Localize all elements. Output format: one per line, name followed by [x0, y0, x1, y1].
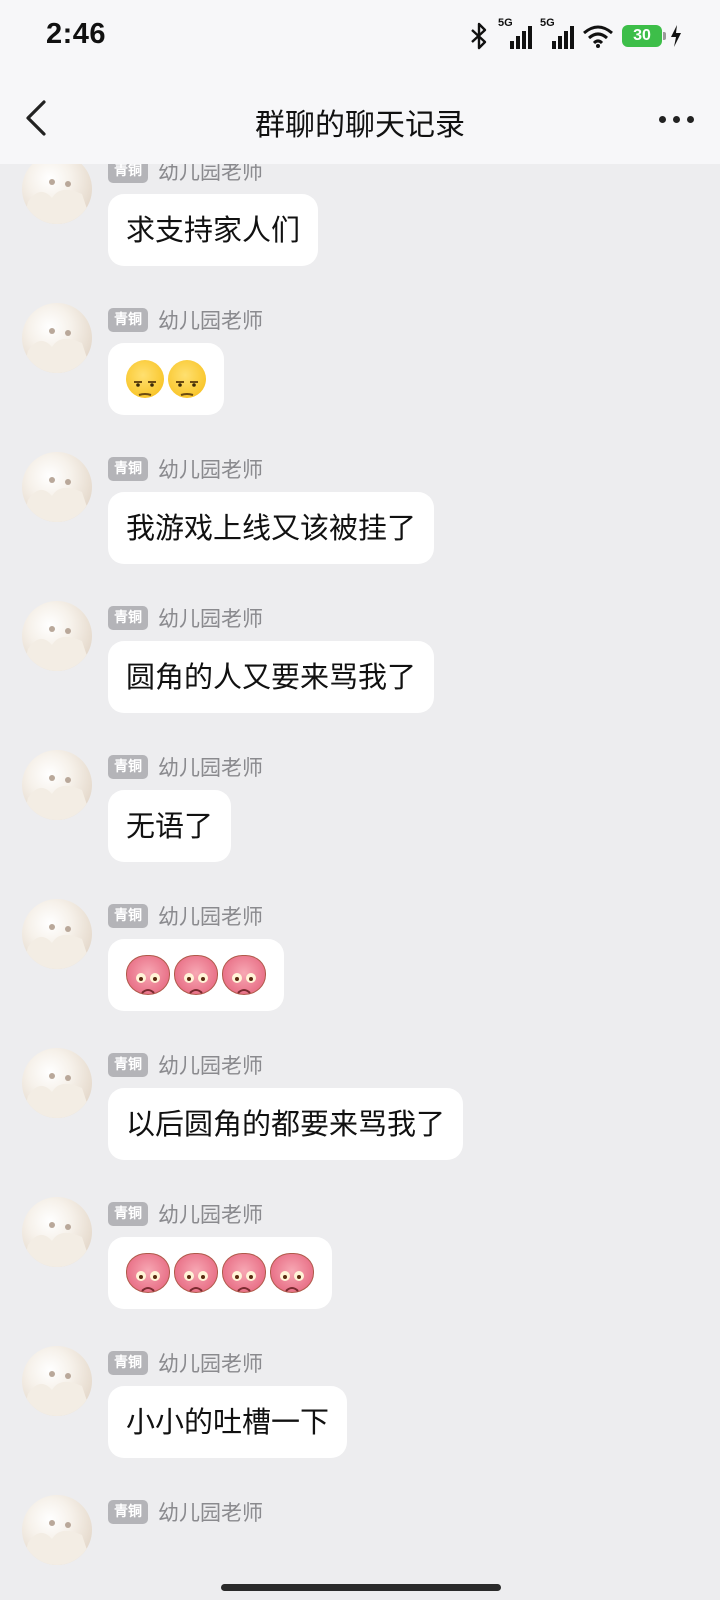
- message-bubble[interactable]: [108, 939, 284, 1011]
- message-bubble[interactable]: 小小的吐槽一下: [108, 1386, 348, 1458]
- message-item: 青铜 幼儿园老师 以后圆角的都要来骂我了: [0, 1048, 720, 1201]
- message-item: 青铜 幼儿园老师 我游戏上线又该被挂了: [0, 452, 720, 605]
- chat-history-list[interactable]: 青铜 幼儿园老师 求支持家人们 青铜 幼儿园老师 青铜 幼儿园老师 我游戏上线又…: [0, 164, 720, 1572]
- message-item: 青铜 幼儿园老师: [0, 899, 720, 1052]
- avatar[interactable]: [22, 164, 92, 224]
- avatar[interactable]: [22, 303, 92, 373]
- sender-name: 幼儿园老师: [158, 607, 263, 631]
- message-meta: 青铜 幼儿园老师: [108, 1350, 263, 1376]
- message-bubble[interactable]: 我游戏上线又该被挂了: [108, 492, 435, 564]
- avatar[interactable]: [22, 1495, 92, 1565]
- sad-face-emoji-icon: [270, 1253, 314, 1293]
- message-item: 青铜 幼儿园老师: [0, 303, 720, 456]
- sender-name: 幼儿园老师: [158, 309, 263, 333]
- smirk-emoji-icon: [168, 360, 206, 398]
- message-item: 青铜 幼儿园老师: [0, 1197, 720, 1350]
- emoji-row: [126, 1237, 314, 1309]
- avatar[interactable]: [22, 452, 92, 522]
- sender-name: 幼儿园老师: [158, 164, 263, 184]
- page-title: 群聊的聊天记录: [255, 108, 465, 143]
- message-meta: 青铜 幼儿园老师: [108, 164, 263, 184]
- sender-name: 幼儿园老师: [158, 756, 263, 780]
- sad-face-emoji-icon: [126, 1253, 170, 1293]
- avatar[interactable]: [22, 1197, 92, 1267]
- message-meta: 青铜 幼儿园老师: [108, 754, 263, 780]
- status-bar: 2:46 5G 5G 30: [0, 0, 720, 72]
- rank-badge: 青铜: [108, 606, 148, 630]
- message-meta: 青铜 幼儿园老师: [108, 456, 263, 482]
- rank-badge: 青铜: [108, 1202, 148, 1226]
- message-bubble[interactable]: 无语了: [108, 790, 232, 862]
- battery-icon: 30: [622, 25, 666, 47]
- sender-name: 幼儿园老师: [158, 458, 263, 482]
- avatar[interactable]: [22, 601, 92, 671]
- message-meta: 青铜 幼儿园老师: [108, 903, 263, 929]
- sad-face-emoji-icon: [174, 955, 218, 995]
- avatar[interactable]: [22, 1346, 92, 1416]
- avatar[interactable]: [22, 899, 92, 969]
- message-item: 青铜 幼儿园老师: [0, 1495, 720, 1572]
- avatar[interactable]: [22, 1048, 92, 1118]
- message-bubble[interactable]: 求支持家人们: [108, 194, 319, 266]
- sad-face-emoji-icon: [126, 955, 170, 995]
- rank-badge: 青铜: [108, 1351, 148, 1375]
- message-item: 青铜 幼儿园老师 求支持家人们: [0, 164, 720, 307]
- sender-name: 幼儿园老师: [158, 1352, 263, 1376]
- status-icons: 5G 5G 30: [468, 17, 682, 54]
- rank-badge: 青铜: [108, 904, 148, 928]
- rank-badge: 青铜: [108, 457, 148, 481]
- charging-icon: [671, 25, 681, 47]
- sad-face-emoji-icon: [174, 1253, 218, 1293]
- signal-icon: 5G: [540, 17, 574, 51]
- message-meta: 青铜 幼儿园老师: [108, 1052, 263, 1078]
- more-dots-icon[interactable]: [659, 116, 694, 123]
- rank-badge: 青铜: [108, 308, 148, 332]
- sender-name: 幼儿园老师: [158, 905, 263, 929]
- status-time: 2:46: [46, 18, 107, 50]
- message-meta: 青铜 幼儿园老师: [108, 1201, 263, 1227]
- signal-icon: 5G: [498, 17, 532, 51]
- message-item: 青铜 幼儿园老师 无语了: [0, 750, 720, 903]
- bluetooth-icon: [471, 22, 487, 50]
- sad-face-emoji-icon: [222, 955, 266, 995]
- wifi-icon: [583, 25, 613, 48]
- sender-name: 幼儿园老师: [158, 1054, 263, 1078]
- message-bubble[interactable]: [108, 1237, 332, 1309]
- sender-name: 幼儿园老师: [158, 1501, 263, 1525]
- message-meta: 青铜 幼儿园老师: [108, 307, 263, 333]
- message-bubble[interactable]: 圆角的人又要来骂我了: [108, 641, 435, 713]
- avatar[interactable]: [22, 750, 92, 820]
- sender-name: 幼儿园老师: [158, 1203, 263, 1227]
- smirk-emoji-icon: [126, 360, 164, 398]
- message-meta: 青铜 幼儿园老师: [108, 605, 263, 631]
- sad-face-emoji-icon: [222, 1253, 266, 1293]
- message-item: 青铜 幼儿园老师 小小的吐槽一下: [0, 1346, 720, 1499]
- home-indicator[interactable]: [0, 1572, 720, 1600]
- rank-badge: 青铜: [108, 164, 148, 183]
- emoji-row: [126, 939, 266, 1011]
- rank-badge: 青铜: [108, 755, 148, 779]
- message-meta: 青铜 幼儿园老师: [108, 1499, 263, 1525]
- message-bubble[interactable]: 以后圆角的都要来骂我了: [108, 1088, 464, 1160]
- emoji-row: [126, 343, 206, 415]
- message-bubble[interactable]: [108, 343, 224, 415]
- message-item: 青铜 幼儿园老师 圆角的人又要来骂我了: [0, 601, 720, 754]
- header-bar: 群聊的聊天记录: [0, 72, 720, 164]
- rank-badge: 青铜: [108, 1053, 148, 1077]
- rank-badge: 青铜: [108, 1500, 148, 1524]
